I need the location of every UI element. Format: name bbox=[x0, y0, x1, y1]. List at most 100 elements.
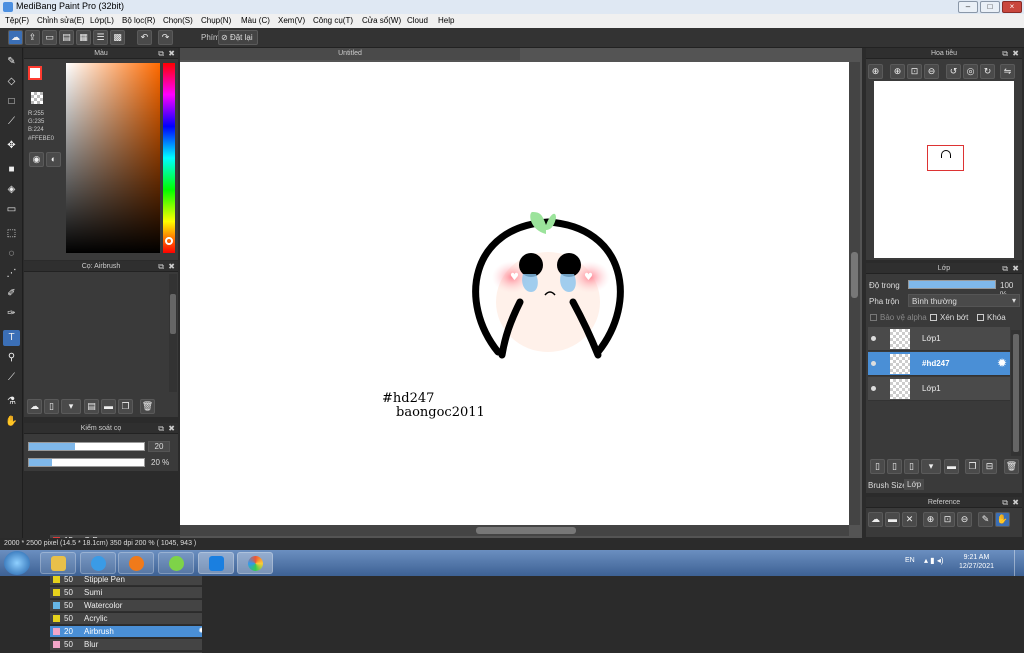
brush-item[interactable]: 50 Sumi bbox=[50, 587, 202, 599]
upload-icon[interactable]: ⇪ bbox=[25, 30, 40, 45]
brush-settings-gear-icon[interactable]: ✹ bbox=[198, 626, 202, 635]
reference-fit-icon[interactable]: ⊡ bbox=[940, 512, 955, 527]
hue-slider[interactable] bbox=[163, 63, 175, 253]
eraser-tool-icon[interactable]: ◇ bbox=[3, 74, 20, 90]
start-button[interactable] bbox=[4, 551, 30, 575]
color-wheel-icon[interactable]: ◐ bbox=[46, 152, 61, 167]
brush-add-dropdown-icon[interactable]: ▾ bbox=[61, 399, 81, 414]
hue-handle[interactable] bbox=[165, 237, 173, 245]
new-brush-icon[interactable]: ▯ bbox=[44, 399, 59, 414]
fill-rect-tool-icon[interactable]: ■ bbox=[3, 162, 20, 178]
move-tool-icon[interactable]: ✥ bbox=[3, 138, 20, 154]
menu-help[interactable]: Help bbox=[438, 16, 454, 25]
menu-file[interactable]: Tệp(F) bbox=[5, 16, 29, 25]
rotate-left-icon[interactable]: ↺ bbox=[946, 64, 961, 79]
reference-close-icon[interactable]: ✕ bbox=[902, 512, 917, 527]
maximize-button[interactable]: □ bbox=[980, 1, 1000, 13]
float-icon[interactable]: ⧉ bbox=[158, 48, 164, 59]
layer-list-scroll-thumb[interactable] bbox=[1013, 334, 1019, 452]
taskbar-media[interactable] bbox=[118, 552, 154, 574]
document-tab[interactable]: Untitled bbox=[180, 48, 520, 60]
rotate-reset-icon[interactable]: ◎ bbox=[963, 64, 978, 79]
brush-item[interactable]: 50 Watercolor bbox=[50, 600, 202, 612]
lasso-tool-icon[interactable]: ◌ bbox=[3, 246, 20, 262]
menu-filter[interactable]: Bộ lọc(R) bbox=[122, 16, 155, 25]
brush-duplicate-icon[interactable]: ❐ bbox=[118, 399, 133, 414]
menu-tools[interactable]: Công cụ(T) bbox=[313, 16, 353, 25]
brush-delete-icon[interactable]: 🗑 bbox=[140, 399, 155, 414]
float-icon[interactable]: ⧉ bbox=[1002, 263, 1008, 274]
undo-icon[interactable]: ↶ bbox=[137, 30, 152, 45]
chat-icon[interactable]: ▤ bbox=[59, 30, 74, 45]
eyedropper-tool-icon[interactable]: ⚗ bbox=[3, 394, 20, 410]
brush-item[interactable]: 50 Blur bbox=[50, 639, 202, 651]
select-tool-icon[interactable]: ⬚ bbox=[3, 226, 20, 242]
taskbar-ie[interactable] bbox=[80, 552, 116, 574]
blend-mode-select[interactable]: Bình thường ▾ bbox=[908, 294, 1020, 307]
close-icon[interactable]: ✖ bbox=[168, 261, 175, 272]
close-icon[interactable]: ✖ bbox=[168, 423, 175, 434]
text-tool-icon[interactable]: T bbox=[3, 330, 20, 346]
brush-size-tab[interactable]: Brush Size bbox=[868, 481, 907, 490]
brush-list-scroll-thumb[interactable] bbox=[170, 294, 176, 334]
float-icon[interactable]: ⧉ bbox=[158, 261, 164, 272]
brush-list-scrollbar[interactable] bbox=[169, 274, 177, 392]
alpha-protect-checkbox[interactable] bbox=[870, 314, 877, 321]
close-icon[interactable]: ✖ bbox=[1012, 497, 1019, 508]
comment-icon[interactable]: ▭ bbox=[42, 30, 57, 45]
brush-copy-icon[interactable]: ▤ bbox=[84, 399, 99, 414]
menu-select[interactable]: Chọn(S) bbox=[163, 16, 193, 25]
reference-open-icon[interactable]: ▬ bbox=[885, 512, 900, 527]
select-eraser-tool-icon[interactable]: ✑ bbox=[3, 306, 20, 322]
float-icon[interactable]: ⧉ bbox=[1002, 48, 1008, 59]
menu-view[interactable]: Xem(V) bbox=[278, 16, 305, 25]
layer-visibility-icon[interactable] bbox=[871, 361, 876, 366]
close-button[interactable]: × bbox=[1002, 1, 1022, 13]
rectangle-tool-icon[interactable]: □ bbox=[3, 94, 20, 110]
system-clock[interactable]: 9:21 AM 12/27/2021 bbox=[959, 553, 994, 571]
reference-eyedropper-icon[interactable]: ✎ bbox=[978, 512, 993, 527]
canvas-horizontal-scrollbar[interactable] bbox=[180, 525, 849, 536]
close-icon[interactable]: ✖ bbox=[1012, 263, 1019, 274]
clipping-checkbox[interactable] bbox=[930, 314, 937, 321]
divide-tool-icon[interactable]: ⟋ bbox=[3, 370, 20, 386]
menu-window[interactable]: Cửa sổ(W) bbox=[362, 16, 401, 25]
panel-icon[interactable]: ▦ bbox=[76, 30, 91, 45]
brush-tool-icon[interactable]: ✎ bbox=[3, 54, 20, 70]
operation-tool-icon[interactable]: ⚲ bbox=[3, 350, 20, 366]
flip-icon[interactable]: ⇋ bbox=[1000, 64, 1015, 79]
select-pen-tool-icon[interactable]: ✐ bbox=[3, 286, 20, 302]
rotate-right-icon[interactable]: ↻ bbox=[980, 64, 995, 79]
layer-visibility-icon[interactable] bbox=[871, 336, 876, 341]
show-desktop-button[interactable] bbox=[1014, 550, 1024, 576]
canvas-horizontal-thumb[interactable] bbox=[476, 527, 576, 534]
taskbar-zalo[interactable] bbox=[198, 552, 234, 574]
magic-wand-tool-icon[interactable]: ⋰ bbox=[3, 266, 20, 282]
dot-tool-icon[interactable]: ⟋ bbox=[3, 114, 20, 130]
merge-layer-icon[interactable]: ⊟ bbox=[982, 459, 997, 474]
reset-button[interactable]: ⊘ Đặt lại bbox=[218, 30, 258, 45]
close-icon[interactable]: ✖ bbox=[168, 48, 175, 59]
brush-item[interactable]: 50 Acrylic bbox=[50, 613, 202, 625]
zoom-in-icon[interactable]: ⊕ bbox=[868, 64, 883, 79]
delete-layer-icon[interactable]: 🗑 bbox=[1004, 459, 1019, 474]
add-layer-dropdown-icon[interactable]: ▾ bbox=[921, 459, 941, 474]
navigator-viewport[interactable] bbox=[927, 145, 964, 171]
minimize-button[interactable]: – bbox=[958, 1, 978, 13]
layer-settings-gear-icon[interactable]: ✹ bbox=[997, 356, 1007, 370]
tray-icons[interactable]: ▴ ▮ ◂) bbox=[924, 556, 944, 565]
canvas-vertical-thumb[interactable] bbox=[851, 252, 858, 298]
taskbar-explorer[interactable] bbox=[40, 552, 76, 574]
zoom-out-icon[interactable]: ⊖ bbox=[924, 64, 939, 79]
menu-capture[interactable]: Chụp(N) bbox=[201, 16, 231, 25]
menu-cloud[interactable]: Cloud bbox=[407, 16, 428, 25]
layer-folder-icon[interactable]: ▬ bbox=[944, 459, 959, 474]
fit-icon[interactable]: ⊡ bbox=[907, 64, 922, 79]
brush-size-slider[interactable] bbox=[28, 442, 145, 451]
brush-opacity-slider[interactable] bbox=[28, 458, 145, 467]
transparent-color-swatch[interactable] bbox=[31, 92, 43, 104]
duplicate-layer-icon[interactable]: ❐ bbox=[965, 459, 980, 474]
canvas-vertical-scrollbar[interactable] bbox=[849, 62, 860, 525]
menu-color[interactable]: Màu (C) bbox=[241, 16, 270, 25]
float-icon[interactable]: ⧉ bbox=[1002, 497, 1008, 508]
